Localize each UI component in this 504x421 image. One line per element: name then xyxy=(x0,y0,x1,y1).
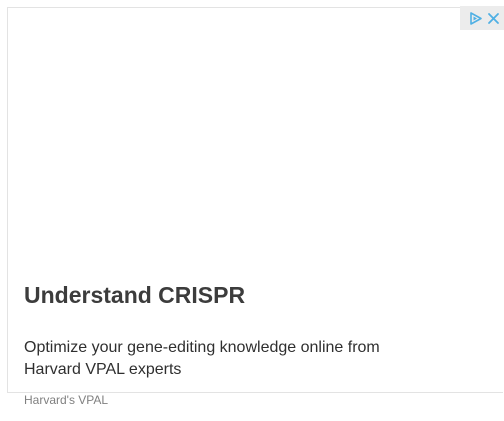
adchoices-icon[interactable] xyxy=(468,11,483,26)
ad-advertiser[interactable]: Harvard's VPAL xyxy=(24,393,108,407)
close-icon[interactable] xyxy=(486,11,501,26)
ad-description[interactable]: Optimize your gene-editing knowledge onl… xyxy=(24,337,404,381)
ad-badge[interactable] xyxy=(460,6,504,30)
ad-headline[interactable]: Understand CRISPR xyxy=(24,282,245,309)
ad-container[interactable] xyxy=(7,7,503,393)
